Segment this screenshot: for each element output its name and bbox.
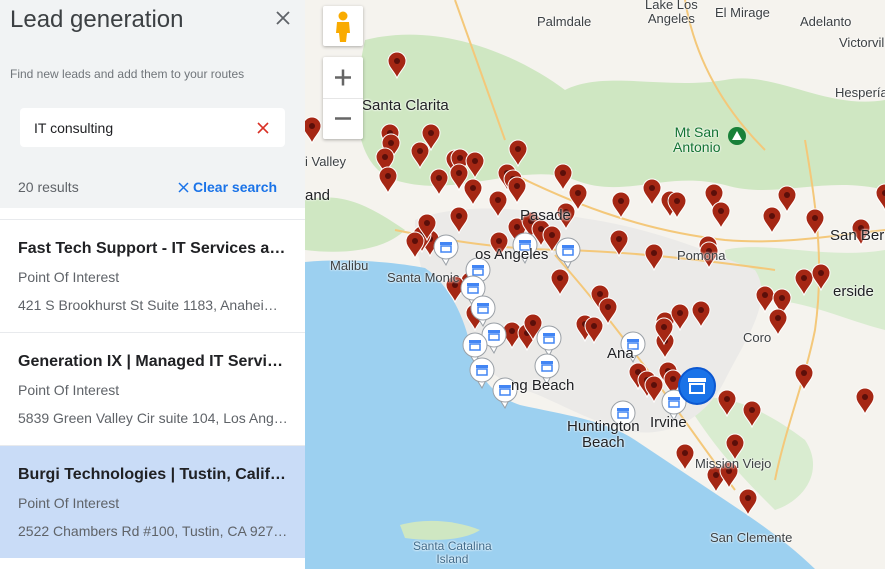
label-santa-clarita: Santa Clarita — [362, 97, 449, 114]
result-address: 2522 Chambers Rd #100, Tustin, CA 92780 — [18, 523, 288, 539]
label-mt-san-antonio: Mt San Antonio — [673, 124, 721, 155]
label-santa-monica: Santa Monic — [387, 270, 460, 285]
label-anaheim: Ana — [607, 345, 634, 362]
result-address: 421 S Brookhurst St Suite 1183, Anaheim,… — [18, 297, 288, 313]
label-san-bernardino: San Berna — [830, 227, 885, 244]
label-pasadena: Pasade — [520, 207, 571, 224]
search-box — [20, 108, 285, 147]
zoom-in-button[interactable] — [323, 57, 363, 99]
result-item-selected[interactable]: Burgi Technologies | Tustin, California … — [0, 445, 305, 558]
result-name: Burgi Technologies | Tustin, California — [18, 466, 288, 483]
label-oxnard-fragment: and — [305, 187, 331, 204]
result-item[interactable]: Generation IX | Managed IT Services Los … — [0, 332, 305, 445]
label-riverside: erside — [833, 283, 874, 300]
result-type: Point Of Interest — [18, 495, 120, 511]
street-view-pegman-button[interactable] — [323, 6, 363, 46]
result-address: 5839 Green Valley Cir suite 104, Los Ang… — [18, 410, 288, 426]
map[interactable]: Palmdale Lake Los Angeles El Mirage Adel… — [305, 0, 885, 569]
pegman-icon — [336, 11, 350, 42]
results-count: 20 results — [18, 179, 79, 195]
label-san-clemente: San Clemente — [710, 530, 793, 545]
zoom-control — [323, 57, 363, 139]
panel-title: Lead generation — [10, 6, 184, 33]
label-malibu: Malibu — [330, 258, 369, 273]
result-item[interactable]: Fast Tech Support - IT Services and Comp… — [0, 219, 305, 332]
result-name: Fast Tech Support - IT Services and Comp… — [18, 240, 288, 257]
label-irvine: Irvine — [650, 414, 687, 431]
result-type: Point Of Interest — [18, 382, 120, 398]
selected-business-marker-icon[interactable] — [678, 367, 716, 405]
result-name: Generation IX | Managed IT Services Los … — [18, 353, 288, 370]
minus-icon — [335, 117, 351, 120]
close-panel-button[interactable] — [271, 6, 295, 30]
zoom-out-button[interactable] — [323, 98, 363, 139]
label-adelanto: Adelanto — [800, 14, 852, 29]
clear-search-label: Clear search — [193, 179, 278, 195]
label-pomona: Pomona — [677, 248, 726, 263]
close-icon — [276, 11, 290, 25]
label-el-mirage: El Mirage — [715, 5, 770, 20]
search-input[interactable] — [34, 108, 249, 147]
label-valley: i Valley — [305, 154, 346, 169]
lead-generation-panel: Lead generation Find new leads and add t… — [0, 0, 305, 569]
panel-subtitle: Find new leads and add them to your rout… — [10, 67, 245, 81]
label-santa-catalina: Santa Catalina Island — [413, 539, 492, 566]
label-corona: Coro — [743, 330, 772, 345]
label-los-angeles: os Angeles — [475, 246, 549, 263]
label-palmdale: Palmdale — [537, 14, 592, 29]
clear-icon — [257, 122, 269, 134]
plus-icon — [335, 69, 351, 86]
label-huntington-beach: Huntington Beach — [567, 418, 640, 451]
panel-header: Lead generation Find new leads and add t… — [0, 0, 305, 208]
label-mission-viejo: Mission Viejo — [695, 456, 772, 471]
clear-input-button[interactable] — [257, 121, 269, 134]
close-icon — [178, 181, 189, 193]
label-lake-los-angeles: Lake Los Angeles — [645, 0, 698, 26]
clear-search-button[interactable]: Clear search — [178, 179, 277, 195]
label-long-beach: ng Beach — [511, 377, 575, 394]
label-victorville: Victorvill — [839, 35, 885, 50]
label-hesperia: Hespería — [835, 85, 885, 100]
result-type: Point Of Interest — [18, 269, 120, 285]
